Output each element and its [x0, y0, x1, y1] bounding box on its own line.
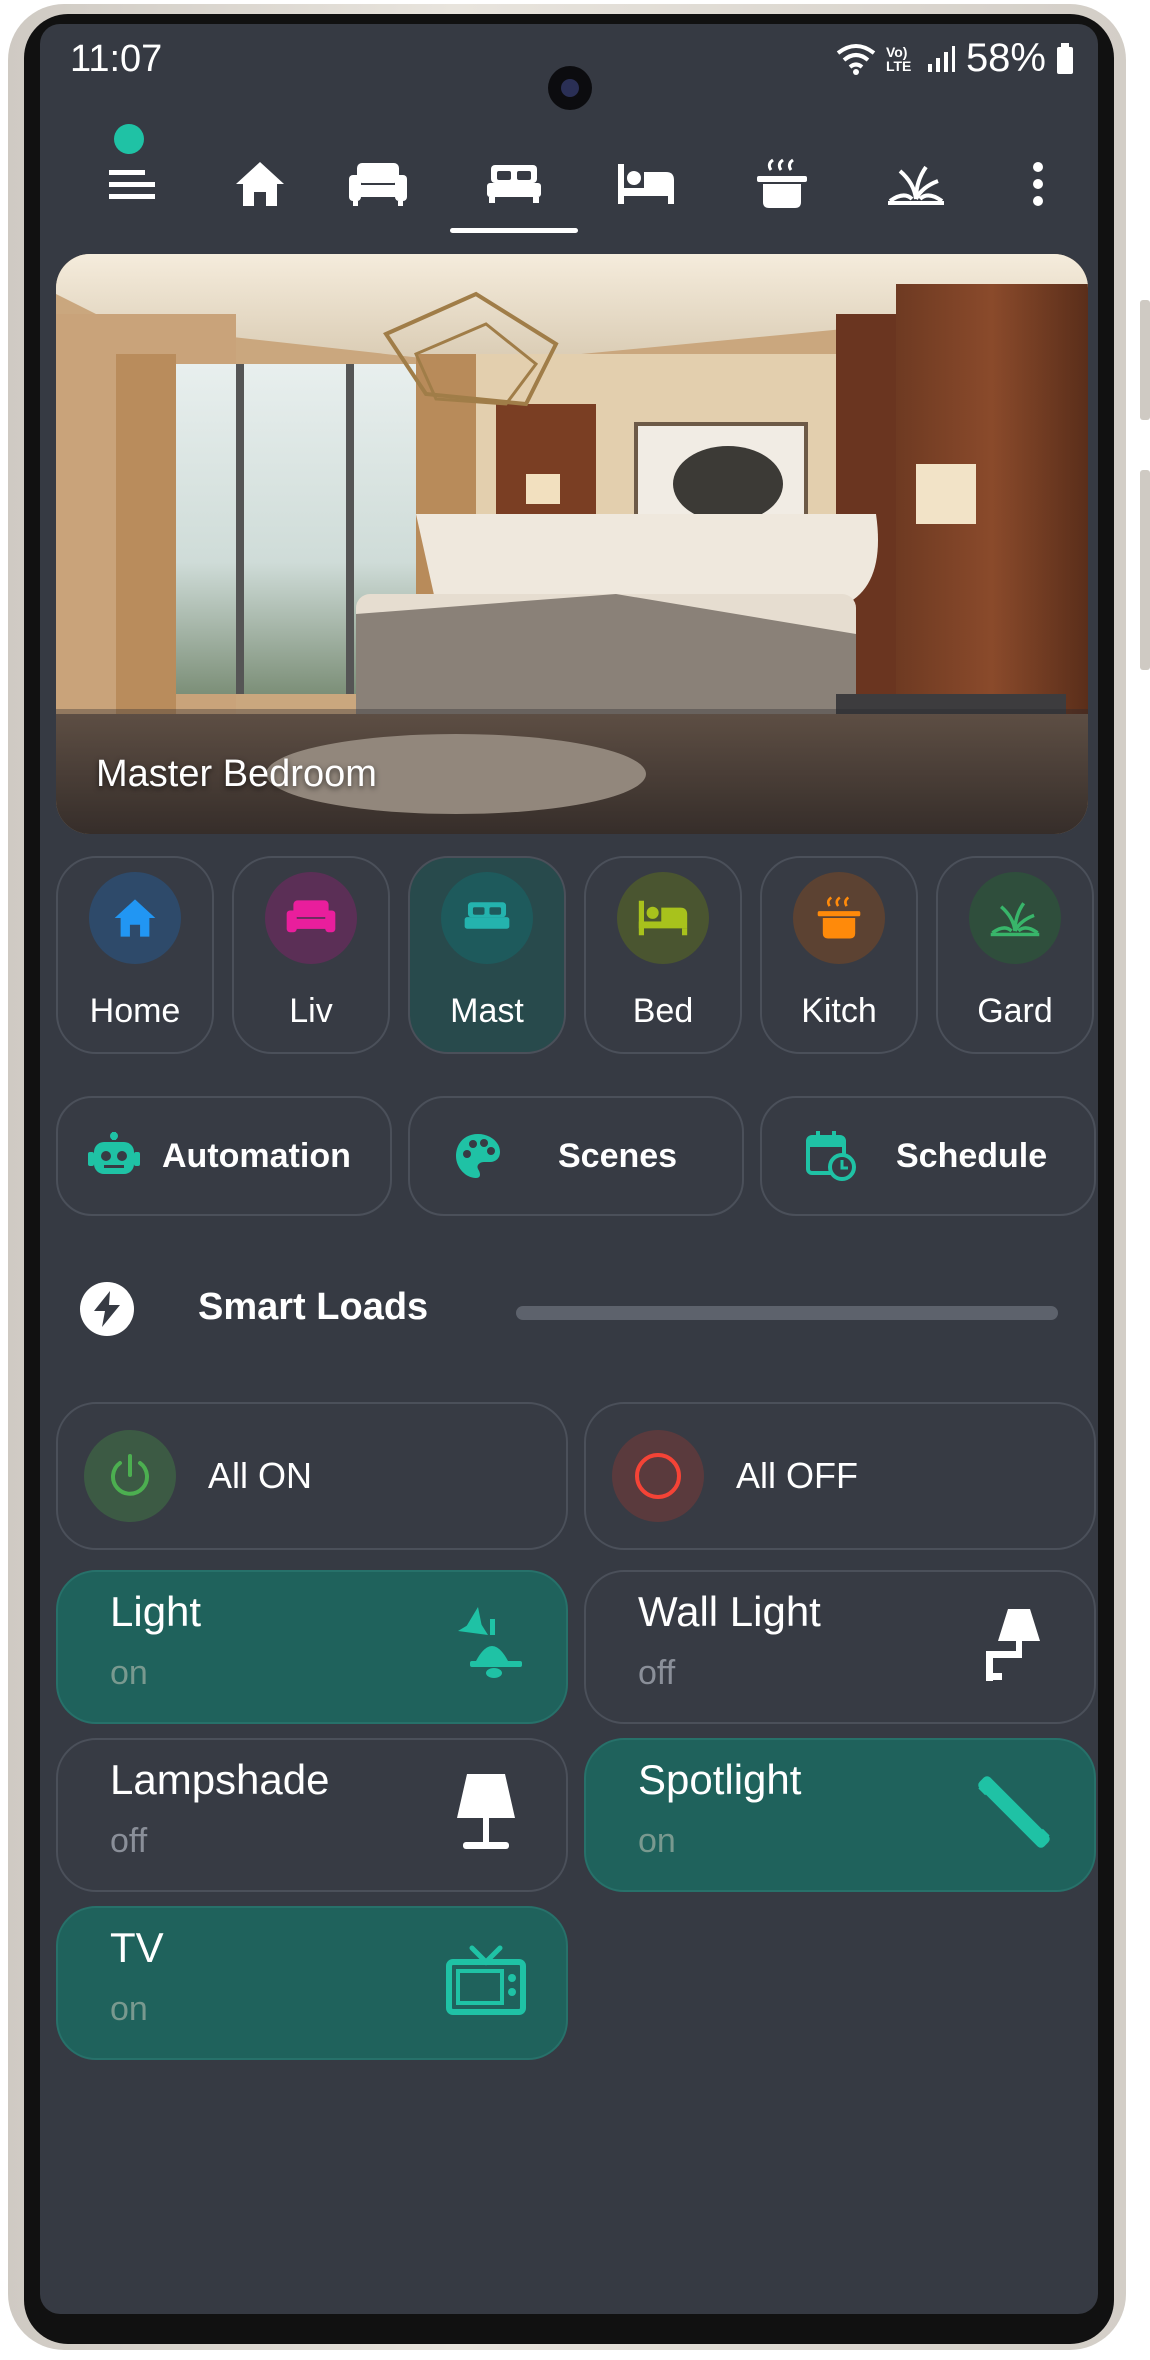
tab-living[interactable] [338, 144, 418, 224]
pot-icon [757, 158, 807, 208]
volte-label: Vo) LTE [885, 43, 912, 74]
schedule-button[interactable]: Schedule [760, 1096, 1096, 1216]
pot-icon [817, 896, 861, 939]
power-icon [111, 1454, 149, 1496]
schedule-label: Schedule [896, 1136, 1048, 1175]
table-lamp-icon [446, 1770, 526, 1854]
chip-label: Gard [977, 992, 1053, 1030]
all-off-icon-bg [612, 1430, 704, 1522]
palette-icon [456, 1134, 500, 1178]
plant-icon [990, 902, 1040, 937]
battery-icon [1057, 42, 1073, 74]
all-on-icon-bg [84, 1430, 176, 1522]
single-bed-icon [638, 900, 688, 936]
load-state: off [638, 1654, 676, 1692]
chip-label: Bed [632, 992, 694, 1030]
chip-label: Liv [289, 992, 333, 1030]
battery-percent: 58% [965, 36, 1046, 80]
chip-label: Home [89, 992, 181, 1030]
load-tile-light[interactable]: Light on [56, 1570, 568, 1724]
room-title: Master Bedroom [96, 753, 377, 795]
tab-home[interactable] [220, 144, 300, 224]
status-time: 11:07 [70, 38, 163, 80]
smart-loads-bar [516, 1306, 1058, 1320]
wall-lamp-icon [974, 1602, 1054, 1686]
room-chip-garden[interactable]: Gard [936, 856, 1094, 1054]
chip-icon-bg [793, 872, 885, 964]
sofa-icon [286, 900, 336, 933]
smart-loads-title: Smart Loads [198, 1286, 429, 1328]
room-chip-master[interactable]: Mast [408, 856, 566, 1054]
tab-master[interactable] [474, 144, 554, 224]
bed-icon [487, 165, 541, 203]
robot-icon [88, 1132, 140, 1174]
room-chip-home[interactable]: Home [56, 856, 214, 1054]
load-name: Wall Light [638, 1588, 821, 1635]
tab-indicator [450, 228, 578, 233]
spotlight-icon [974, 1770, 1054, 1854]
room-hero-image: Master Bedroom [56, 254, 1088, 834]
more-options-button[interactable] [998, 144, 1078, 224]
room-tabs [40, 124, 1098, 254]
load-state: off [110, 1822, 148, 1860]
menu-button[interactable] [92, 144, 172, 224]
front-camera [548, 66, 592, 110]
home-icon [236, 162, 284, 206]
lightning-icon [80, 1282, 134, 1336]
home-icon [114, 899, 156, 937]
chip-icon-bg [89, 872, 181, 964]
room-chip-kitchen[interactable]: Kitch [760, 856, 918, 1054]
load-tile-wall-light[interactable]: Wall Light off [584, 1570, 1096, 1724]
chip-icon-bg [969, 872, 1061, 964]
circle-off-icon [635, 1453, 681, 1499]
load-state: on [110, 1990, 148, 2028]
load-name: Spotlight [638, 1756, 802, 1803]
automation-button[interactable]: Automation [56, 1096, 392, 1216]
app-screen: 11:07 Vo) LTE 58% Master Bedroom Home Li… [40, 24, 1098, 2314]
load-tile-tv[interactable]: TV on [56, 1906, 568, 2060]
calendar-clock-icon [806, 1131, 856, 1181]
load-name: TV [110, 1924, 164, 1971]
tab-bedroom[interactable] [606, 144, 686, 224]
all-off-button[interactable]: All OFF [584, 1402, 1096, 1550]
chip-icon-bg [441, 872, 533, 964]
bed-icon [464, 902, 510, 929]
tv-icon [446, 1938, 526, 2022]
notification-dot [114, 124, 144, 154]
load-name: Light [110, 1588, 202, 1635]
status-icons: Vo) LTE 58% [836, 36, 1074, 81]
scenes-button[interactable]: Scenes [408, 1096, 744, 1216]
side-button [1140, 300, 1150, 420]
menu-icon [109, 170, 155, 199]
more-vert-icon [1033, 162, 1043, 206]
tab-garden[interactable] [876, 144, 956, 224]
automation-label: Automation [162, 1136, 351, 1175]
room-chip-bedroom[interactable]: Bed [584, 856, 742, 1054]
chip-label: Kitch [801, 992, 877, 1030]
all-on-label: All ON [208, 1455, 313, 1496]
chip-icon-bg [617, 872, 709, 964]
all-off-label: All OFF [736, 1455, 858, 1496]
chip-icon-bg [265, 872, 357, 964]
side-button [1140, 470, 1150, 670]
load-name: Lampshade [110, 1756, 330, 1803]
scenes-label: Scenes [558, 1136, 678, 1175]
ceiling-light-icon [446, 1602, 526, 1686]
room-chip-living[interactable]: Liv [232, 856, 390, 1054]
load-tile-spotlight[interactable]: Spotlight on [584, 1738, 1096, 1892]
all-on-button[interactable]: All ON [56, 1402, 568, 1550]
load-state: on [638, 1822, 676, 1860]
load-state: on [110, 1654, 148, 1692]
plant-icon [888, 165, 944, 205]
chip-label: Mast [450, 992, 524, 1030]
wifi-icon [836, 43, 876, 75]
load-tile-lampshade[interactable]: Lampshade off [56, 1738, 568, 1892]
sofa-icon [349, 163, 407, 206]
signal-icon [927, 45, 955, 72]
tab-kitchen[interactable] [742, 144, 822, 224]
single-bed-icon [618, 164, 674, 204]
